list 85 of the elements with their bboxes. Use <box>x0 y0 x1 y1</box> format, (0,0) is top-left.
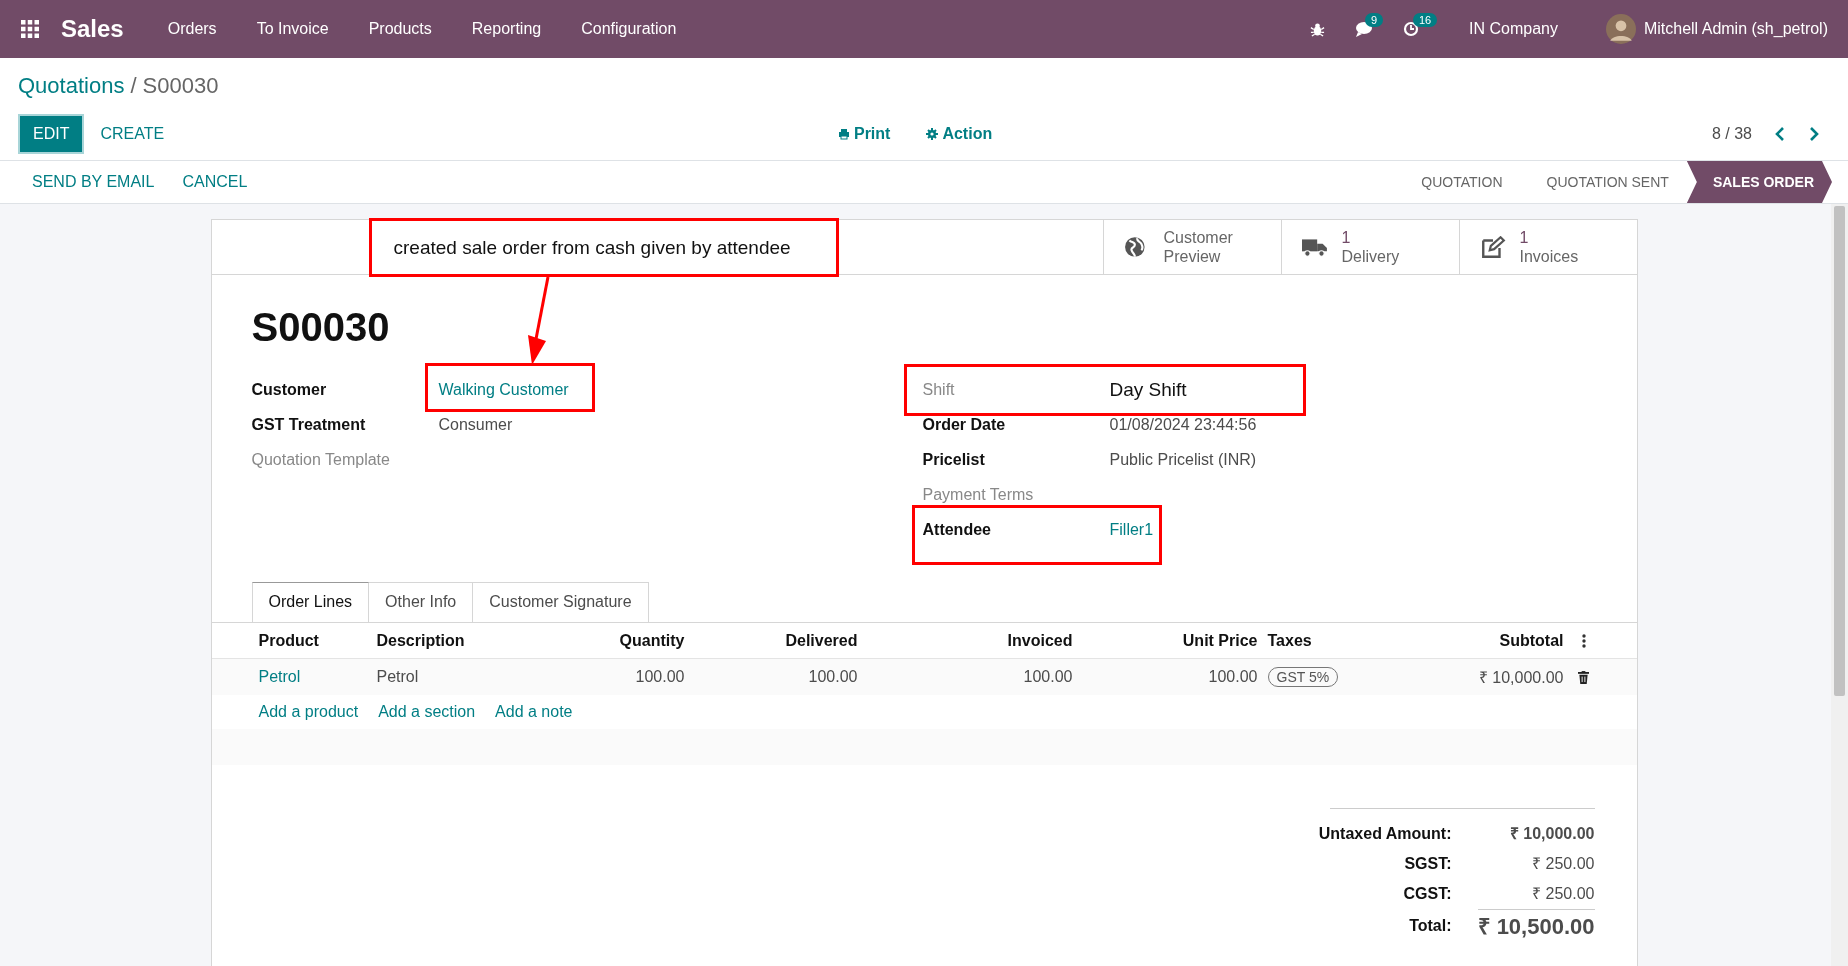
user-name[interactable]: Mitchell Admin (sh_petrol) <box>1643 20 1828 38</box>
chevron-left-icon[interactable] <box>1774 126 1786 142</box>
table-cell-text: ₹ 10,000.00 <box>1477 668 1564 688</box>
table-cell-text: 100.00 <box>1022 668 1073 686</box>
add-line-link[interactable]: Add a section <box>378 703 476 721</box>
breadcrumb-separator: / <box>130 73 137 99</box>
header-button[interactable]: CANCEL <box>168 163 262 201</box>
field-value: Consumer <box>438 415 513 434</box>
app-name: Sales <box>61 15 124 43</box>
field-label: Order Date <box>922 415 1007 434</box>
add-line-link[interactable]: Add a product <box>258 703 359 721</box>
stat-count: 1 <box>1341 228 1352 247</box>
menu-item[interactable]: Configuration <box>581 20 677 38</box>
total-value: ₹ 10,500.00 <box>1477 909 1595 944</box>
clock-icon[interactable] <box>1403 21 1419 37</box>
total-value: ₹ 250.00 <box>1531 884 1595 904</box>
edit-button[interactable]: EDIT <box>18 114 85 154</box>
total-label: SGST: <box>1403 854 1452 874</box>
stat-label: Delivery <box>1341 247 1401 266</box>
field-label: Customer <box>251 380 328 399</box>
status-stage[interactable]: SALES ORDER <box>1686 161 1832 203</box>
table-cell-text: 100.00 <box>807 668 858 686</box>
printer-icon <box>837 128 850 140</box>
column-header[interactable]: Description <box>376 631 497 650</box>
total-value: ₹ 10,000.00 <box>1508 824 1595 844</box>
menu-item[interactable]: To Invoice <box>256 20 329 38</box>
trash-icon[interactable] <box>1578 670 1589 684</box>
menu-item[interactable]: Reporting <box>471 20 542 38</box>
company-switcher[interactable]: IN Company <box>1469 20 1558 38</box>
action-button[interactable]: Action <box>920 124 999 144</box>
breadcrumb-link[interactable]: Quotations <box>18 73 125 99</box>
record-title: S00030 <box>251 305 391 350</box>
total-label: Total: <box>1408 916 1452 936</box>
notebook-tab[interactable]: Order Lines <box>251 582 370 622</box>
apps-menu-icon[interactable] <box>21 20 39 38</box>
scrollbar-thumb[interactable] <box>1834 206 1845 696</box>
field-label: Quotation Template <box>251 450 391 469</box>
column-header[interactable]: Unit Price <box>1072 631 1258 650</box>
menu-item[interactable]: Orders <box>167 20 217 38</box>
column-header[interactable]: Product <box>258 631 377 650</box>
breadcrumb-current: S00030 <box>142 73 219 99</box>
gear-icon <box>926 128 939 140</box>
field-link[interactable]: Walking Customer <box>438 380 569 399</box>
chevron-right-icon[interactable] <box>1808 126 1820 142</box>
column-header[interactable]: Delivered <box>684 631 858 650</box>
truck-icon <box>1301 236 1328 258</box>
stat-label: Customer Preview <box>1163 228 1234 266</box>
annotation-callout: created sale order from cash given by attendee <box>368 218 839 277</box>
column-header[interactable]: Invoiced <box>857 631 1073 650</box>
field-label: Shift <box>922 380 956 399</box>
activity-count-badge: 16 <box>1413 13 1438 27</box>
field-label: Attendee <box>922 520 992 539</box>
print-button[interactable]: Print <box>831 124 897 144</box>
field-label: Pricelist <box>922 450 986 469</box>
message-count-badge: 9 <box>1365 13 1384 27</box>
table-cell-text: 100.00 <box>1207 668 1258 686</box>
avatar-icon[interactable] <box>1605 14 1636 44</box>
bug-icon[interactable] <box>1310 21 1325 37</box>
table-cell-text: 100.00 <box>634 668 685 686</box>
pager-value: 8 / 38 <box>1711 125 1752 143</box>
create-button[interactable]: CREATE <box>86 115 179 153</box>
notebook-tab[interactable]: Other Info <box>369 582 474 622</box>
header-button[interactable]: SEND BY EMAIL <box>18 163 169 201</box>
field-label: GST Treatment <box>251 415 367 434</box>
field-value: Public Pricelist (INR) <box>1109 450 1257 469</box>
total-label: CGST: <box>1402 884 1452 904</box>
table-cell-text: Petrol <box>376 668 420 686</box>
field-label: Payment Terms <box>922 485 1035 504</box>
stat-label: Invoices <box>1519 247 1580 266</box>
field-value: 01/08/2024 23:44:56 <box>1109 415 1257 434</box>
kebab-menu-icon[interactable] <box>1581 633 1586 648</box>
scrollbar[interactable] <box>1831 204 1848 966</box>
notebook-tab[interactable]: Customer Signature <box>473 582 649 622</box>
field-link[interactable]: Filler1 <box>1109 520 1154 539</box>
column-header[interactable]: Taxes <box>1257 631 1368 650</box>
total-value: ₹ 250.00 <box>1531 854 1595 874</box>
column-header[interactable]: Quantity <box>496 631 685 650</box>
column-header[interactable]: Subtotal <box>1367 631 1564 650</box>
add-line-link[interactable]: Add a note <box>495 703 573 721</box>
total-label: Untaxed Amount: <box>1318 824 1452 844</box>
table-cell-text: Petrol <box>258 668 302 686</box>
menu-item[interactable]: Products <box>368 20 432 38</box>
stat-count: 1 <box>1519 228 1530 247</box>
pencil-square-icon <box>1479 236 1506 258</box>
field-value: Day Shift <box>1109 378 1187 401</box>
